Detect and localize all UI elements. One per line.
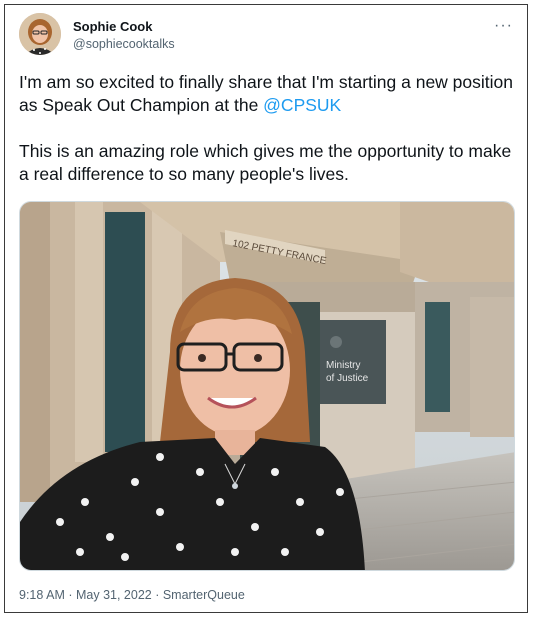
avatar[interactable] — [19, 13, 61, 55]
meta-separator-1: · — [64, 588, 76, 602]
tweet-text: I'm am so excited to finally share that … — [19, 71, 517, 186]
mention-link[interactable]: @CPSUK — [263, 95, 341, 115]
tweet-card: Sophie Cook @sophiecooktalks ··· I'm am … — [4, 4, 528, 613]
plaque-line-1: Ministry — [326, 360, 360, 371]
tweet-date[interactable]: May 31, 2022 — [76, 588, 152, 602]
author-handle[interactable]: @sophiecooktalks — [73, 37, 175, 51]
tweet-paragraph-1: I'm am so excited to finally share that … — [19, 71, 517, 117]
tweet-time[interactable]: 9:18 AM — [19, 588, 65, 602]
photo-scene: 102 PETTY FRANCE Ministry of Justice — [20, 202, 514, 570]
tweet-paragraph-2: This is an amazing role which gives me t… — [19, 141, 512, 184]
author-name[interactable]: Sophie Cook — [73, 19, 152, 34]
tweet-source[interactable]: SmarterQueue — [163, 588, 245, 602]
tweet-header: Sophie Cook @sophiecooktalks ··· — [19, 13, 513, 61]
plaque-line-2: of Justice — [326, 373, 369, 384]
more-options-icon[interactable]: ··· — [494, 17, 513, 35]
meta-separator-2: · — [151, 588, 163, 602]
tweet-photo[interactable]: 102 PETTY FRANCE Ministry of Justice — [19, 201, 515, 571]
tweet-meta: 9:18 AM · May 31, 2022 · SmarterQueue — [19, 588, 245, 602]
